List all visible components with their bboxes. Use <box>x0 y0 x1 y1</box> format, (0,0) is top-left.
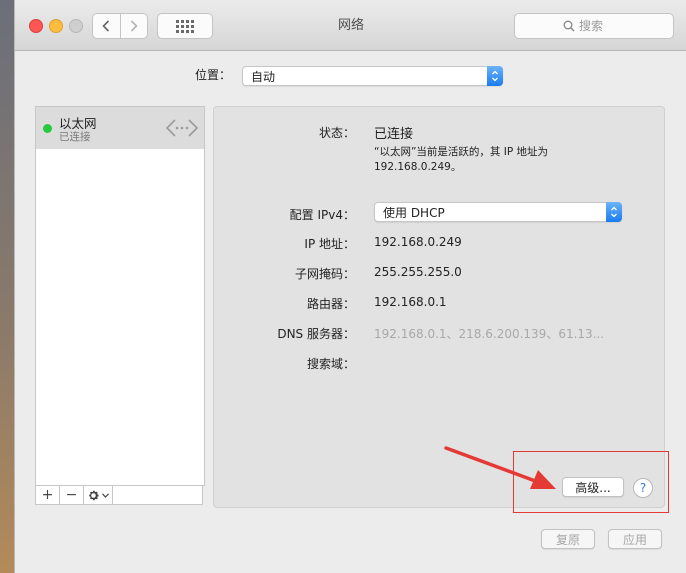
search-field[interactable] <box>514 13 674 39</box>
annotation-arrow-icon <box>444 446 556 489</box>
title-bar: 网络 <box>15 0 686 51</box>
status-note-line-1: “以太网”当前是活跃的，其 IP 地址为 <box>374 146 548 158</box>
ethernet-icon <box>166 119 198 137</box>
interface-item-ethernet[interactable]: 以太网 已连接 <box>36 107 204 149</box>
ipv4-config-label: 配置 IPv4： <box>289 208 355 222</box>
ip-address-value: 192.168.0.249 <box>374 235 462 249</box>
interface-status: 已连接 <box>59 131 91 143</box>
ipv4-select-arrows-icon <box>606 202 622 222</box>
subnet-mask-value: 255.255.255.0 <box>374 265 462 279</box>
revert-button[interactable]: 复原 <box>541 529 595 549</box>
router-value: 192.168.0.1 <box>374 295 447 309</box>
status-value: 已连接 <box>374 127 414 142</box>
remove-interface-button[interactable]: − <box>60 486 84 504</box>
location-label: 位置： <box>195 68 232 82</box>
ip-address-label: IP 地址： <box>304 237 355 251</box>
apply-button[interactable]: 应用 <box>608 529 662 549</box>
interface-list-toolbar: + − <box>35 485 203 505</box>
ipv4-config-value: 使用 DHCP <box>383 206 445 220</box>
gear-icon <box>89 490 99 500</box>
dns-server-label: DNS 服务器： <box>277 327 355 341</box>
add-interface-button[interactable]: + <box>36 486 60 504</box>
connected-status-dot <box>43 124 52 133</box>
action-menu-button[interactable] <box>84 486 113 504</box>
ipv4-config-select[interactable]: 使用 DHCP <box>374 202 622 222</box>
chevron-down-icon <box>102 492 109 498</box>
search-domain-label: 搜索域： <box>306 357 355 371</box>
status-label: 状态： <box>318 126 355 140</box>
router-label: 路由器： <box>306 297 355 311</box>
dns-server-value: 192.168.0.1、218.6.200.139、61.13... <box>374 327 605 341</box>
location-select[interactable]: 自动 <box>242 66 503 86</box>
subnet-mask-label: 子网掩码： <box>294 267 355 281</box>
interface-list: 以太网 已连接 <box>35 106 205 486</box>
status-note-line-2: 192.168.0.249。 <box>374 161 462 173</box>
location-select-arrows-icon <box>487 66 503 86</box>
search-icon <box>563 20 575 32</box>
search-input[interactable] <box>579 19 625 33</box>
location-value: 自动 <box>251 70 276 84</box>
